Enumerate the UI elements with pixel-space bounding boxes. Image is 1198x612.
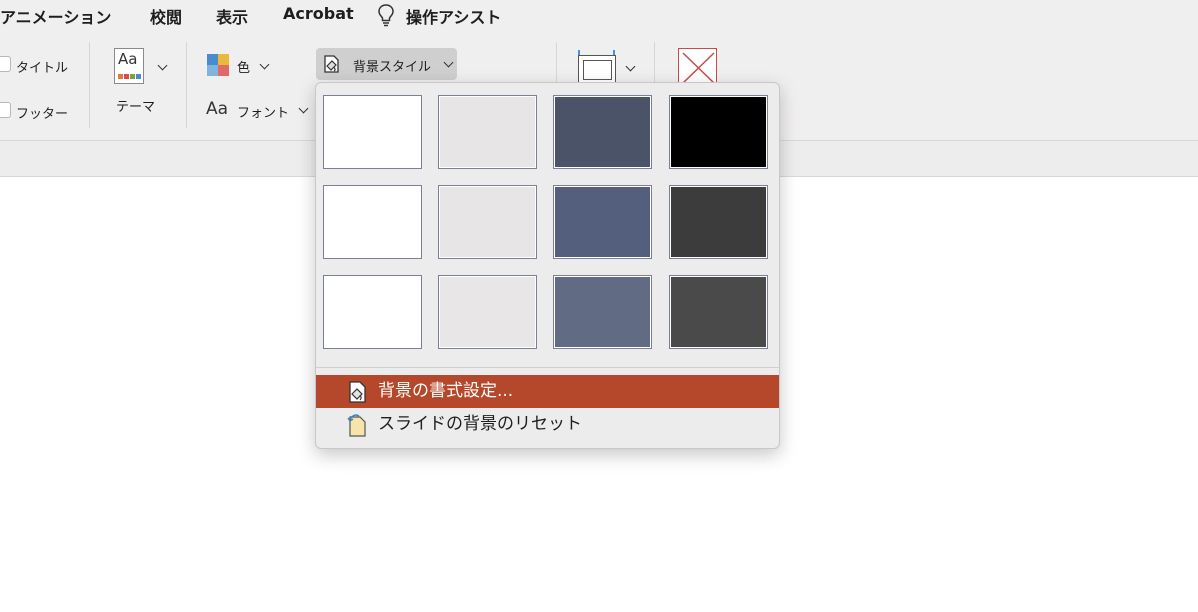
tab-animation[interactable]: アニメーション bbox=[0, 4, 111, 28]
theme-icon-text: Aa bbox=[118, 50, 138, 68]
color-squares-icon[interactable] bbox=[207, 54, 229, 76]
background-style-swatch[interactable] bbox=[438, 185, 537, 259]
background-style-swatch[interactable] bbox=[669, 275, 768, 349]
lightbulb-icon[interactable] bbox=[377, 3, 395, 27]
reset-background-label: スライドの背景のリセット bbox=[378, 414, 582, 434]
background-style-chevron-down-icon bbox=[443, 57, 454, 68]
tab-view[interactable]: 表示 bbox=[216, 4, 248, 28]
colors-label[interactable]: 色 bbox=[237, 57, 250, 76]
footer-checkbox-label: フッター bbox=[16, 107, 69, 122]
theme-swatch bbox=[136, 74, 141, 79]
reset-background-icon bbox=[346, 413, 368, 437]
background-style-swatch[interactable] bbox=[323, 185, 422, 259]
design-ideas-icon[interactable] bbox=[678, 48, 717, 84]
theme-aa-icon[interactable]: Aa bbox=[114, 48, 144, 84]
background-style-swatch[interactable] bbox=[438, 275, 537, 349]
reset-background-menu-item[interactable]: スライドの背景のリセット bbox=[316, 408, 779, 441]
theme-swatch bbox=[118, 74, 123, 79]
theme-swatch bbox=[124, 74, 129, 79]
slide-size-icon[interactable] bbox=[578, 50, 616, 83]
fonts-label[interactable]: フォント bbox=[237, 102, 289, 121]
background-style-button[interactable]: 背景スタイル bbox=[316, 48, 457, 80]
format-background-icon bbox=[346, 380, 368, 404]
tab-review[interactable]: 校閲 bbox=[150, 4, 182, 28]
tab-acrobat[interactable]: Acrobat bbox=[283, 4, 354, 23]
footer-checkbox[interactable] bbox=[0, 102, 11, 118]
background-style-swatch[interactable] bbox=[323, 95, 422, 169]
tab-assist[interactable]: 操作アシスト bbox=[406, 4, 501, 28]
background-style-swatch[interactable] bbox=[669, 185, 768, 259]
group-divider bbox=[186, 42, 187, 128]
fonts-aa-icon[interactable]: Aa bbox=[206, 99, 228, 119]
menu-divider bbox=[316, 367, 779, 368]
background-style-swatch[interactable] bbox=[553, 95, 652, 169]
title-checkbox[interactable] bbox=[0, 56, 11, 72]
ribbon-tab-bar: アニメーション 校閲 表示 Acrobat 操作アシスト bbox=[0, 0, 1198, 30]
format-background-menu-item[interactable]: 背景の書式設定... bbox=[316, 375, 779, 408]
background-style-swatch[interactable] bbox=[553, 185, 652, 259]
background-style-swatch[interactable] bbox=[438, 95, 537, 169]
format-background-label: 背景の書式設定... bbox=[378, 381, 514, 401]
background-style-label: 背景スタイル bbox=[353, 60, 432, 75]
background-style-dropdown: 背景の書式設定... スライドの背景のリセット bbox=[315, 82, 780, 449]
group-divider bbox=[89, 42, 90, 128]
title-checkbox-label: タイトル bbox=[16, 61, 69, 76]
background-style-swatch[interactable] bbox=[323, 275, 422, 349]
theme-swatch bbox=[130, 74, 135, 79]
background-style-swatch[interactable] bbox=[553, 275, 652, 349]
background-style-swatch[interactable] bbox=[669, 95, 768, 169]
background-style-icon bbox=[321, 53, 343, 75]
theme-label: テーマ bbox=[116, 100, 156, 115]
